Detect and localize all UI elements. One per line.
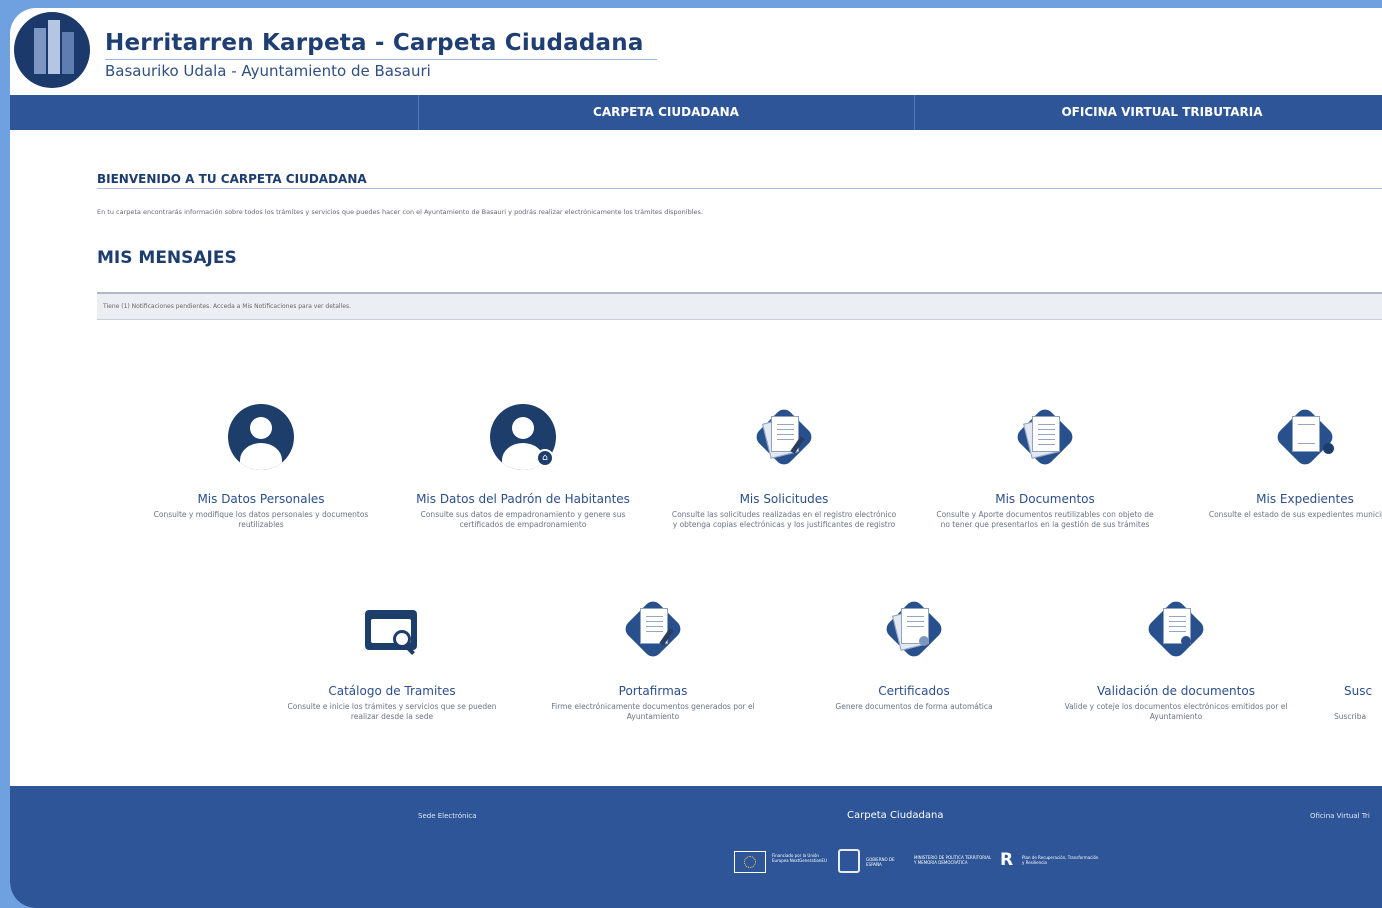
validation-icon — [1141, 594, 1211, 664]
main-content: BIENVENIDO A TU CARPETA CIUDADANA En tu … — [10, 130, 1382, 786]
card-description: Firme electrónicamente documentos genera… — [551, 702, 755, 721]
card-description: Consulte sus datos de empadronamiento y … — [420, 510, 626, 529]
card-description: Valide y coteje los documentos electróni… — [1064, 702, 1288, 721]
card-title: Mis Documentos — [995, 492, 1095, 506]
card-description: Consulte y Aporte documentos reutilizabl… — [936, 510, 1154, 529]
card-title: Mis Solicitudes — [739, 492, 829, 506]
recovery-plan-icon: R — [1000, 850, 1014, 870]
site-header: Herritarren Karpeta - Carpeta Ciudadana … — [10, 8, 1382, 95]
card-description: Genere documentos de forma automática — [835, 702, 993, 711]
user-home-icon: ⌂ — [488, 402, 558, 472]
welcome-divider — [97, 188, 1382, 189]
card-description: Consulte las solicitudes realizadas en e… — [671, 510, 897, 529]
card-mis-datos-personales[interactable]: Mis Datos Personales Consulte y modifiqu… — [141, 402, 381, 530]
card-mis-documentos[interactable]: Mis Documentos Consulte y Aporte documen… — [925, 402, 1165, 530]
card-description: Consulte el estado de sus expedientes mu… — [1208, 510, 1382, 519]
signature-icon — [618, 594, 688, 664]
recovery-plan-text: Plan de Recuperación, Transformación y R… — [1022, 855, 1099, 865]
government-text: GOBIERNO DE ESPAÑA — [866, 857, 895, 867]
nav-carpeta-ciudadana[interactable]: CARPETA CIUDADANA — [418, 95, 914, 130]
card-title: Mis Datos del Padrón de Habitantes — [416, 492, 630, 506]
footer-link-sede[interactable]: Sede Electrónica — [418, 812, 477, 820]
subscription-icon — [1316, 594, 1382, 664]
welcome-text: En tu carpeta encontrarás información so… — [97, 208, 703, 216]
card-validacion-documentos[interactable]: Validación de documentos Valide y coteje… — [1056, 594, 1296, 722]
documents-icon — [1010, 402, 1080, 472]
ministry-text: MINISTERIO DE POLÍTICA TERRITORIAL Y MEM… — [914, 855, 992, 865]
card-title: Mis Datos Personales — [197, 492, 325, 506]
card-title: Certificados — [878, 684, 950, 698]
certificate-icon — [879, 594, 949, 664]
welcome-title: BIENVENIDO A TU CARPETA CIUDADANA — [97, 172, 367, 186]
footer-link-carpeta[interactable]: Carpeta Ciudadana — [847, 810, 943, 821]
spain-crest-icon — [838, 849, 860, 873]
card-certificados[interactable]: Certificados Genere documentos de forma … — [794, 594, 1034, 712]
nav-oficina-virtual-tributaria[interactable]: OFICINA VIRTUAL TRIBUTARIA — [914, 95, 1382, 130]
card-portafirmas[interactable]: Portafirmas Firme electrónicamente docum… — [533, 594, 773, 722]
card-mis-solicitudes[interactable]: Mis Solicitudes Consulte las solicitudes… — [664, 402, 904, 530]
card-catalogo-tramites[interactable]: Catálogo de Tramites Consulte e inicie l… — [272, 594, 512, 722]
app-frame: Herritarren Karpeta - Carpeta Ciudadana … — [10, 8, 1382, 908]
card-description: Consulte e inicie los trámites y servici… — [287, 702, 497, 721]
site-title: Herritarren Karpeta - Carpeta Ciudadana — [105, 30, 644, 56]
eu-flag-icon — [734, 851, 766, 873]
card-suscripciones[interactable]: Susc Suscriba — [1316, 594, 1382, 722]
footer-link-oficina[interactable]: Oficina Virtual Tri — [1310, 812, 1370, 820]
messages-heading: MIS MENSAJES — [97, 248, 237, 268]
card-title: Mis Expedientes — [1256, 492, 1354, 506]
title-divider — [105, 59, 657, 60]
municipality-logo[interactable] — [14, 12, 90, 88]
main-navigation: CARPETA CIUDADANA OFICINA VIRTUAL TRIBUT… — [10, 95, 1382, 130]
catalog-search-icon — [357, 594, 427, 664]
site-footer: Sede Electrónica Carpeta Ciudadana Ofici… — [10, 786, 1382, 908]
card-title: Portafirmas — [618, 684, 688, 698]
card-title: Susc — [1344, 684, 1373, 698]
notifications-notice[interactable]: Tiene (1) Notificaciones pendientes. Acc… — [97, 292, 1382, 320]
card-mis-datos-padron[interactable]: ⌂ Mis Datos del Padrón de Habitantes Con… — [403, 402, 643, 530]
card-mis-expedientes[interactable]: Mis Expedientes Consulte el estado de su… — [1185, 402, 1382, 520]
card-description: Consulte y modifique los datos personale… — [153, 510, 369, 529]
file-icon — [1270, 402, 1340, 472]
site-subtitle: Basauriko Udala - Ayuntamiento de Basaur… — [105, 62, 431, 80]
card-title: Validación de documentos — [1097, 684, 1255, 698]
request-document-icon — [749, 402, 819, 472]
eu-funding-text: Financiado por la Unión Europea NextGene… — [772, 853, 827, 863]
card-title: Catálogo de Tramites — [328, 684, 456, 698]
card-description: Suscriba — [1334, 712, 1367, 721]
user-icon — [226, 402, 296, 472]
